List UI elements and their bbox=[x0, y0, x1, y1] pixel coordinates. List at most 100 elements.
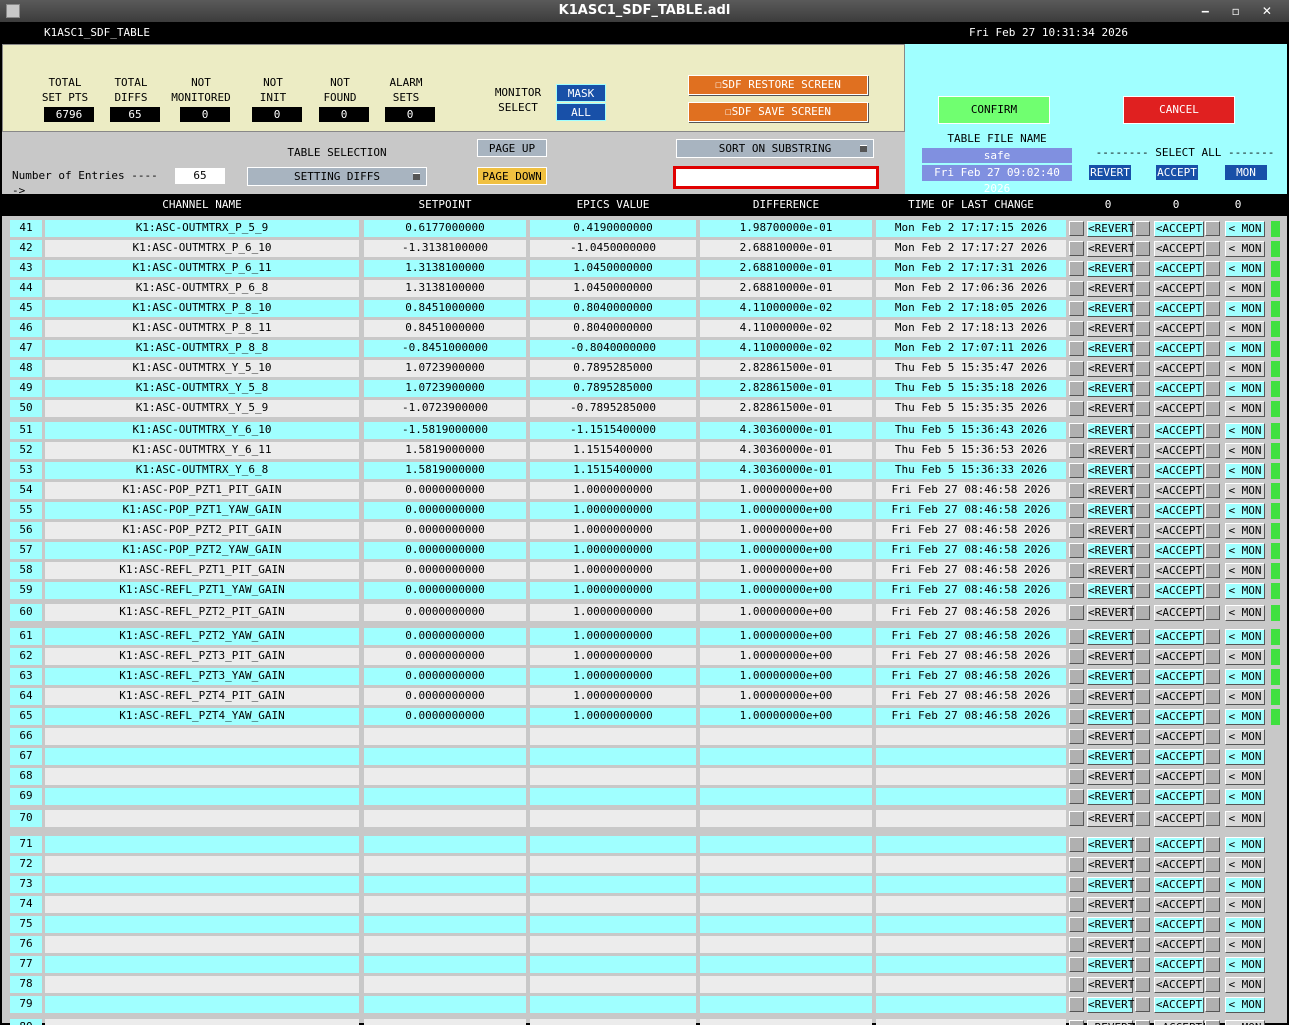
revert-checkbox[interactable] bbox=[1069, 729, 1084, 744]
window-menu-icon[interactable] bbox=[6, 4, 20, 18]
mon-checkbox[interactable] bbox=[1205, 241, 1220, 256]
accept-checkbox[interactable] bbox=[1135, 401, 1150, 416]
revert-button[interactable]: <REVERT bbox=[1087, 563, 1134, 579]
mon-button[interactable]: < MON bbox=[1225, 897, 1265, 913]
accept-checkbox[interactable] bbox=[1135, 997, 1150, 1012]
revert-checkbox[interactable] bbox=[1069, 401, 1084, 416]
cancel-button[interactable]: CANCEL bbox=[1123, 96, 1235, 124]
accept-button[interactable]: <ACCEPT bbox=[1154, 1020, 1204, 1025]
revert-button[interactable]: <REVERT bbox=[1087, 1020, 1134, 1025]
mon-button[interactable]: < MON bbox=[1225, 669, 1265, 685]
select-all-accept-button[interactable]: ACCEPT bbox=[1155, 164, 1199, 181]
accept-checkbox[interactable] bbox=[1135, 301, 1150, 316]
accept-button[interactable]: <ACCEPT bbox=[1154, 669, 1204, 685]
revert-checkbox[interactable] bbox=[1069, 221, 1084, 236]
revert-checkbox[interactable] bbox=[1069, 503, 1084, 518]
mon-checkbox[interactable] bbox=[1205, 1020, 1220, 1025]
accept-button[interactable]: <ACCEPT bbox=[1154, 977, 1204, 993]
accept-checkbox[interactable] bbox=[1135, 789, 1150, 804]
revert-checkbox[interactable] bbox=[1069, 321, 1084, 336]
revert-checkbox[interactable] bbox=[1069, 443, 1084, 458]
revert-button[interactable]: <REVERT bbox=[1087, 381, 1134, 397]
revert-checkbox[interactable] bbox=[1069, 281, 1084, 296]
revert-button[interactable]: <REVERT bbox=[1087, 789, 1134, 805]
revert-button[interactable]: <REVERT bbox=[1087, 221, 1134, 237]
mon-checkbox[interactable] bbox=[1205, 605, 1220, 620]
mon-button[interactable]: < MON bbox=[1225, 789, 1265, 805]
revert-checkbox[interactable] bbox=[1069, 977, 1084, 992]
mon-checkbox[interactable] bbox=[1205, 749, 1220, 764]
revert-checkbox[interactable] bbox=[1069, 997, 1084, 1012]
mon-checkbox[interactable] bbox=[1205, 629, 1220, 644]
mon-button[interactable]: < MON bbox=[1225, 837, 1265, 853]
accept-checkbox[interactable] bbox=[1135, 897, 1150, 912]
mon-checkbox[interactable] bbox=[1205, 837, 1220, 852]
revert-button[interactable]: <REVERT bbox=[1087, 729, 1134, 745]
accept-button[interactable]: <ACCEPT bbox=[1154, 483, 1204, 499]
mon-button[interactable]: < MON bbox=[1225, 523, 1265, 539]
revert-button[interactable]: <REVERT bbox=[1087, 483, 1134, 499]
revert-checkbox[interactable] bbox=[1069, 917, 1084, 932]
mon-button[interactable]: < MON bbox=[1225, 917, 1265, 933]
mon-checkbox[interactable] bbox=[1205, 583, 1220, 598]
mon-checkbox[interactable] bbox=[1205, 463, 1220, 478]
revert-button[interactable]: <REVERT bbox=[1087, 769, 1134, 785]
mon-checkbox[interactable] bbox=[1205, 897, 1220, 912]
mon-checkbox[interactable] bbox=[1205, 401, 1220, 416]
revert-button[interactable]: <REVERT bbox=[1087, 857, 1134, 873]
revert-button[interactable]: <REVERT bbox=[1087, 463, 1134, 479]
mon-button[interactable]: < MON bbox=[1225, 629, 1265, 645]
page-up-button[interactable]: PAGE UP bbox=[477, 139, 547, 157]
mon-checkbox[interactable] bbox=[1205, 423, 1220, 438]
accept-checkbox[interactable] bbox=[1135, 669, 1150, 684]
accept-checkbox[interactable] bbox=[1135, 877, 1150, 892]
revert-checkbox[interactable] bbox=[1069, 937, 1084, 952]
mon-button[interactable]: < MON bbox=[1225, 977, 1265, 993]
revert-button[interactable]: <REVERT bbox=[1087, 361, 1134, 377]
accept-button[interactable]: <ACCEPT bbox=[1154, 917, 1204, 933]
mon-button[interactable]: < MON bbox=[1225, 301, 1265, 317]
accept-checkbox[interactable] bbox=[1135, 281, 1150, 296]
accept-checkbox[interactable] bbox=[1135, 563, 1150, 578]
accept-button[interactable]: <ACCEPT bbox=[1154, 281, 1204, 297]
accept-button[interactable]: <ACCEPT bbox=[1154, 423, 1204, 439]
revert-button[interactable]: <REVERT bbox=[1087, 503, 1134, 519]
revert-checkbox[interactable] bbox=[1069, 341, 1084, 356]
revert-button[interactable]: <REVERT bbox=[1087, 341, 1134, 357]
accept-checkbox[interactable] bbox=[1135, 749, 1150, 764]
accept-button[interactable]: <ACCEPT bbox=[1154, 605, 1204, 621]
revert-checkbox[interactable] bbox=[1069, 837, 1084, 852]
accept-checkbox[interactable] bbox=[1135, 837, 1150, 852]
revert-button[interactable]: <REVERT bbox=[1087, 605, 1134, 621]
accept-checkbox[interactable] bbox=[1135, 769, 1150, 784]
revert-button[interactable]: <REVERT bbox=[1087, 281, 1134, 297]
mon-button[interactable]: < MON bbox=[1225, 543, 1265, 559]
accept-checkbox[interactable] bbox=[1135, 857, 1150, 872]
mon-checkbox[interactable] bbox=[1205, 301, 1220, 316]
revert-checkbox[interactable] bbox=[1069, 463, 1084, 478]
revert-button[interactable]: <REVERT bbox=[1087, 443, 1134, 459]
accept-checkbox[interactable] bbox=[1135, 523, 1150, 538]
accept-button[interactable]: <ACCEPT bbox=[1154, 401, 1204, 417]
revert-checkbox[interactable] bbox=[1069, 897, 1084, 912]
mon-button[interactable]: < MON bbox=[1225, 957, 1265, 973]
mon-button[interactable]: < MON bbox=[1225, 241, 1265, 257]
mon-checkbox[interactable] bbox=[1205, 877, 1220, 892]
accept-checkbox[interactable] bbox=[1135, 977, 1150, 992]
accept-checkbox[interactable] bbox=[1135, 629, 1150, 644]
revert-checkbox[interactable] bbox=[1069, 957, 1084, 972]
revert-button[interactable]: <REVERT bbox=[1087, 649, 1134, 665]
accept-checkbox[interactable] bbox=[1135, 729, 1150, 744]
revert-checkbox[interactable] bbox=[1069, 769, 1084, 784]
revert-checkbox[interactable] bbox=[1069, 241, 1084, 256]
revert-button[interactable]: <REVERT bbox=[1087, 423, 1134, 439]
revert-checkbox[interactable] bbox=[1069, 583, 1084, 598]
accept-button[interactable]: <ACCEPT bbox=[1154, 937, 1204, 953]
mon-checkbox[interactable] bbox=[1205, 709, 1220, 724]
mon-button[interactable]: < MON bbox=[1225, 463, 1265, 479]
accept-button[interactable]: <ACCEPT bbox=[1154, 811, 1204, 827]
accept-button[interactable]: <ACCEPT bbox=[1154, 341, 1204, 357]
mon-checkbox[interactable] bbox=[1205, 563, 1220, 578]
accept-checkbox[interactable] bbox=[1135, 917, 1150, 932]
mon-checkbox[interactable] bbox=[1205, 669, 1220, 684]
